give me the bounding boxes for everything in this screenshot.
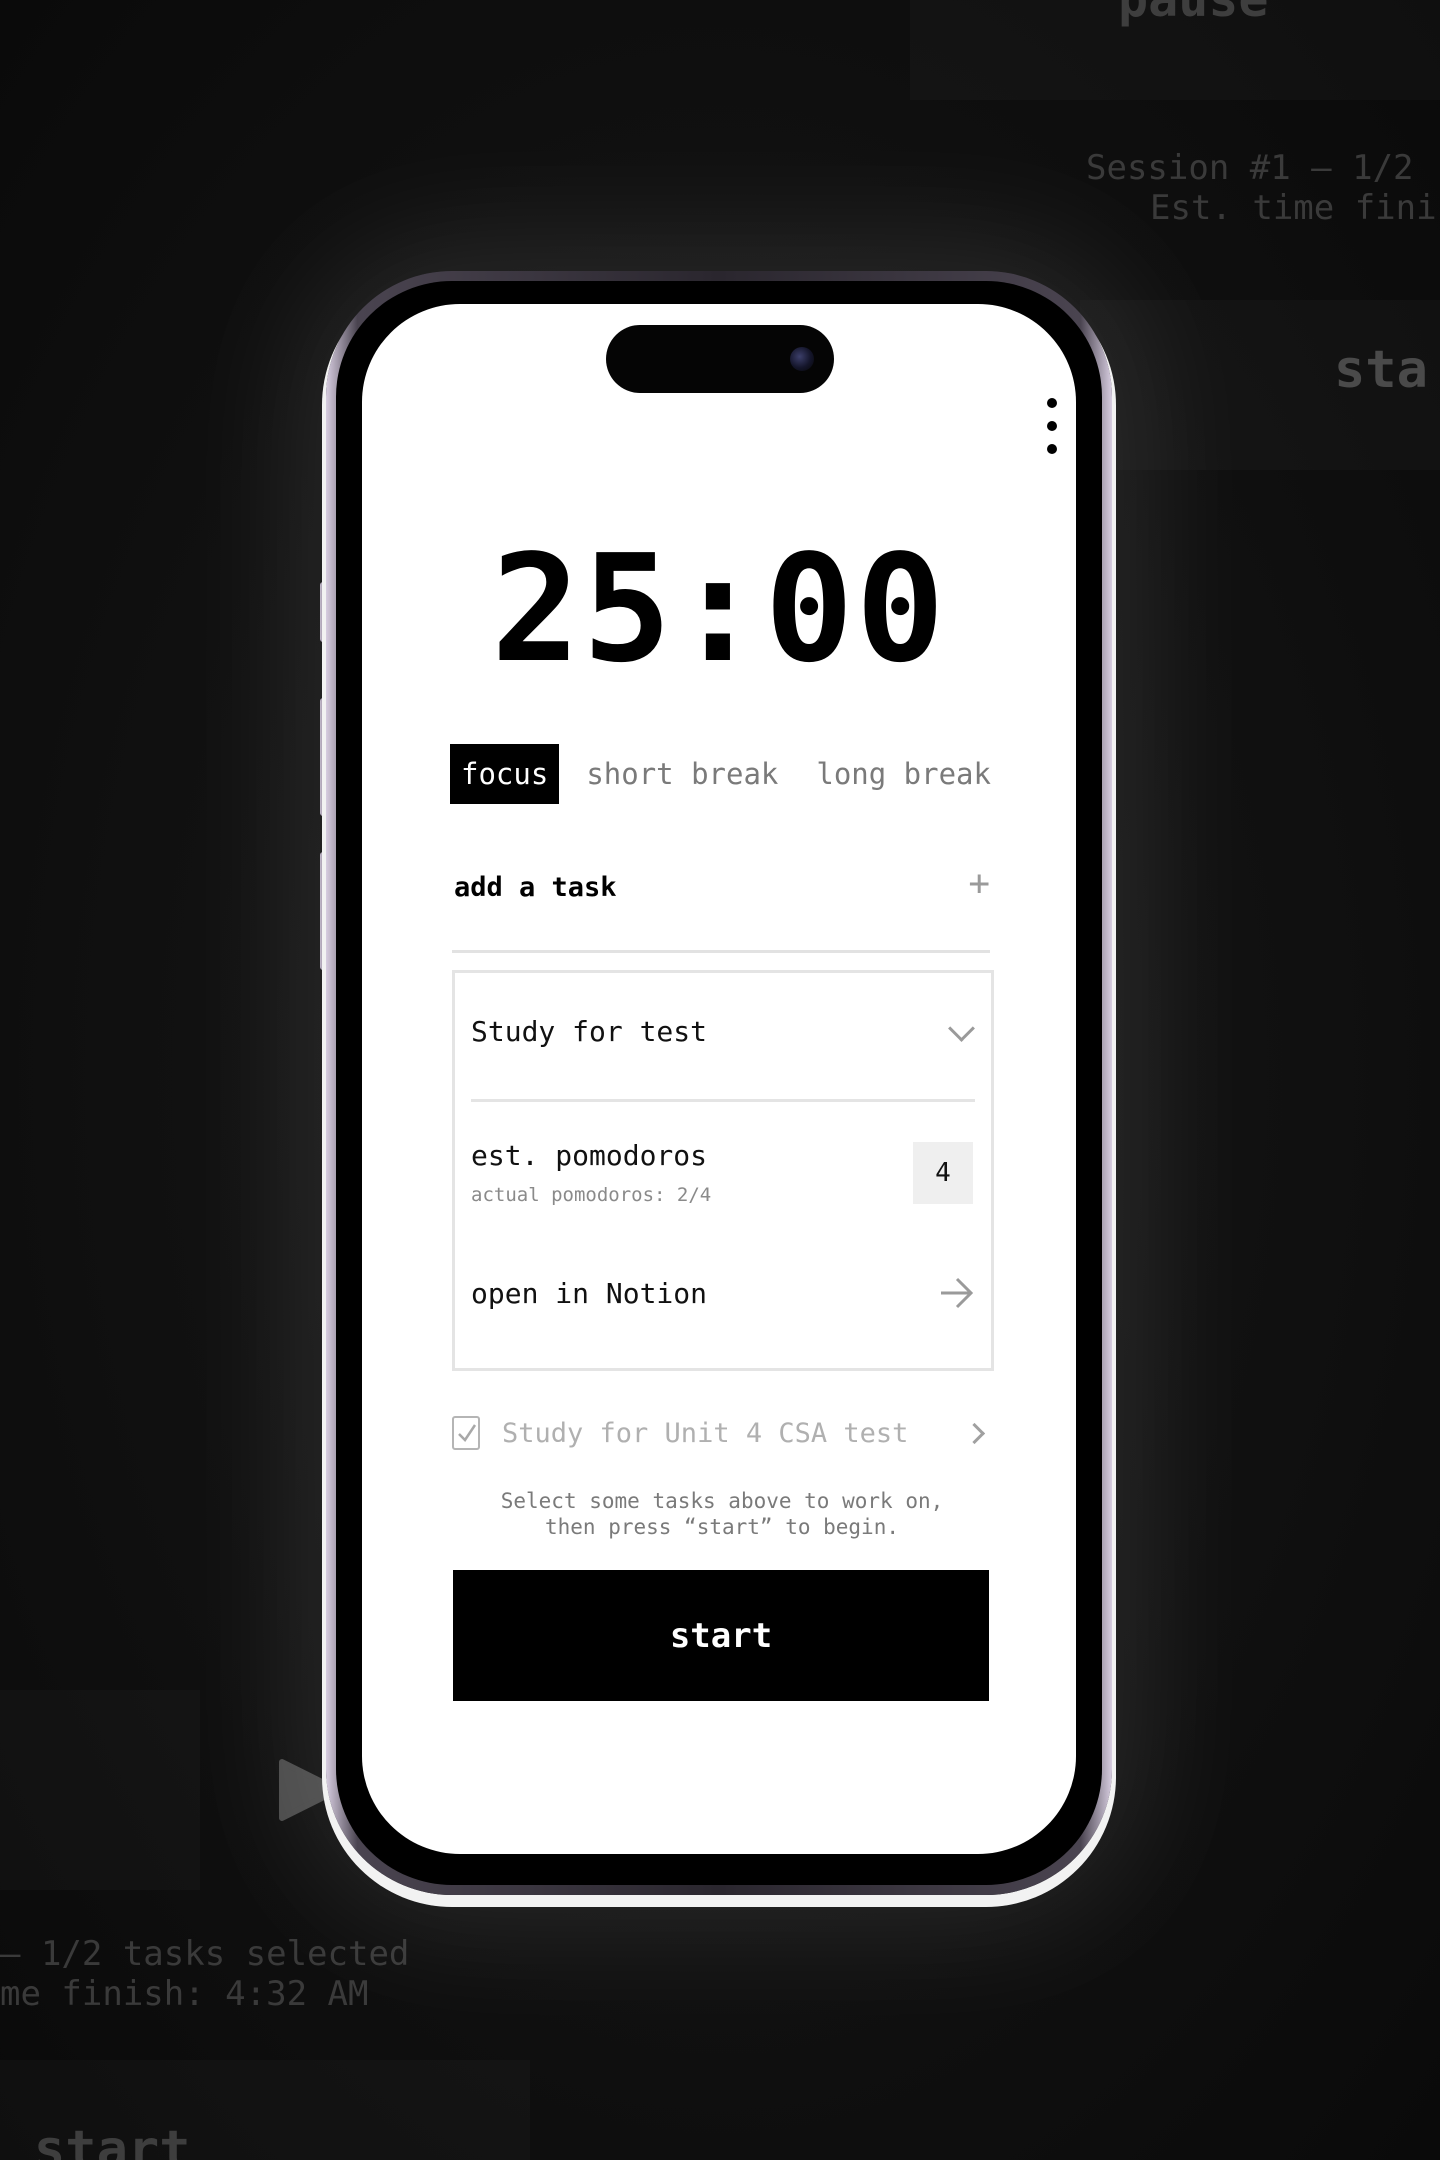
checkmark-icon <box>458 1424 477 1442</box>
hint-text: Select some tasks above to work on, then… <box>362 1488 1076 1540</box>
task-list-item[interactable]: Study for Unit 4 CSA test <box>452 1410 990 1462</box>
phone-screen: 25:00 focus short break long break add a… <box>362 304 1076 1854</box>
tab-focus[interactable]: focus <box>450 744 560 804</box>
background-start-label-top: sta <box>1334 340 1428 400</box>
front-camera <box>790 347 814 371</box>
open-in-notion-button[interactable]: open in Notion <box>471 1257 975 1327</box>
arrow-right-icon <box>941 1277 974 1309</box>
task-checkbox[interactable] <box>452 1416 480 1450</box>
est-pomodoros-input[interactable]: 4 <box>913 1142 973 1204</box>
menu-dot <box>1047 398 1057 408</box>
background-session-line-1: Session #1 — 1/2 <box>1086 148 1414 188</box>
background-session-line-2: Est. time fini <box>1150 188 1437 228</box>
task-editor-card: Study for test est. pomodoros actual pom… <box>452 970 994 1371</box>
mode-tabs: focus short break long break <box>450 744 1002 804</box>
tab-long-break[interactable]: long break <box>805 744 1002 804</box>
hint-line-1: Select some tasks above to work on, <box>500 1489 944 1513</box>
task-list-item-label: Study for Unit 4 CSA test <box>502 1418 909 1449</box>
background-pause-label: pause <box>1118 0 1269 28</box>
timer-display: 25:00 <box>491 523 947 695</box>
tab-short-break[interactable]: short break <box>575 744 789 804</box>
background-session-line-4: me finish: 4:32 AM <box>0 1974 369 2014</box>
page-background: pause Session #1 — 1/2 Est. time fini st… <box>0 0 1440 2160</box>
add-task-label: add a task <box>454 872 617 903</box>
start-button[interactable]: start <box>453 1570 989 1701</box>
plus-icon[interactable]: + <box>968 866 990 902</box>
menu-dot <box>1047 421 1057 431</box>
task-name-dropdown[interactable]: Study for test <box>471 1005 975 1065</box>
open-in-notion-label: open in Notion <box>471 1277 708 1310</box>
background-panel-left <box>0 1690 200 1890</box>
hint-line-2: then press “start” to begin. <box>544 1515 899 1539</box>
est-pomodoros-label: est. pomodoros <box>471 1139 708 1172</box>
add-task-button[interactable]: add a task + <box>452 852 990 932</box>
more-vertical-icon[interactable] <box>1042 398 1062 454</box>
background-start-label-bottom: start <box>34 2120 191 2160</box>
divider <box>452 950 990 953</box>
divider <box>471 1099 975 1102</box>
dynamic-island <box>606 325 834 393</box>
menu-dot <box>1047 444 1057 454</box>
background-session-line-3: — 1/2 tasks selected <box>0 1934 410 1974</box>
chevron-down-icon <box>948 1015 975 1042</box>
actual-pomodoros-label: actual pomodoros: 2/4 <box>471 1184 712 1206</box>
chevron-right-icon[interactable] <box>963 1422 986 1445</box>
task-name-value: Study for test <box>471 1015 708 1048</box>
